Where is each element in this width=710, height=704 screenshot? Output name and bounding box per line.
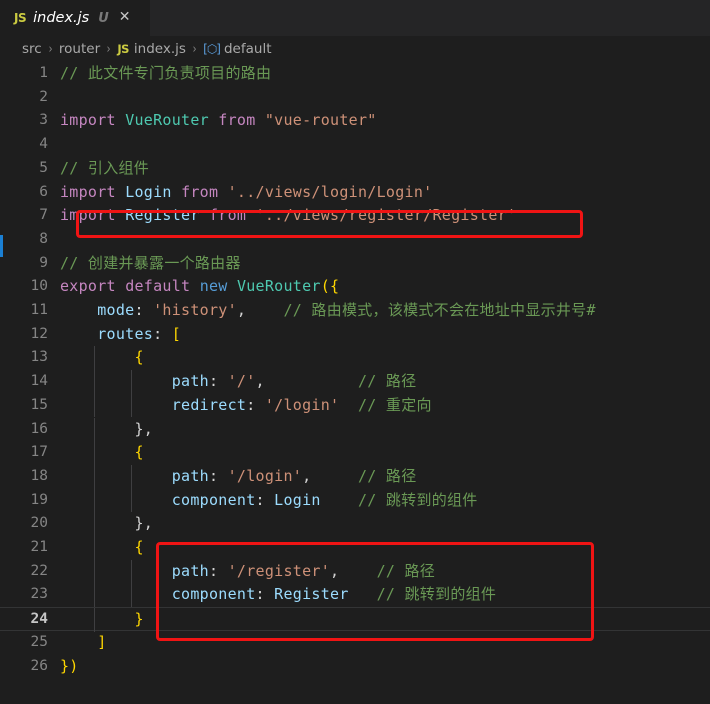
code-text: import Login from '../views/login/Login'	[60, 182, 433, 201]
code-text: mode: 'history', // 路由模式，该模式不会在地址中显示井号#	[97, 301, 596, 319]
breadcrumb-item-router[interactable]: router	[59, 41, 100, 57]
code-line[interactable]: 19 component: Login // 跳转到的组件	[0, 488, 710, 513]
code-line[interactable]: 6 import Login from '../views/login/Login…	[0, 181, 710, 205]
line-number: 8	[39, 230, 48, 247]
code-line[interactable]: 9 // 创建并暴露一个路由器	[0, 252, 710, 276]
line-number: 1	[39, 65, 48, 81]
code-text: }	[134, 610, 144, 629]
editor-tab-bar: JS index.js U ✕	[0, 0, 710, 36]
code-text: component: Register // 跳转到的组件	[171, 585, 497, 604]
code-text: // 创建并暴露一个路由器	[60, 253, 241, 272]
line-number: 23	[30, 586, 48, 603]
line-number: 16	[30, 420, 48, 437]
code-line[interactable]: 15 redirect: '/login' // 重定向	[0, 393, 710, 418]
code-text: import Register from '../views/register/…	[60, 206, 517, 225]
line-number: 18	[30, 467, 48, 484]
line-number: 3	[39, 112, 48, 129]
code-line[interactable]: 20 },	[0, 512, 710, 536]
code-line[interactable]: 3 import VueRouter from "vue-router"	[0, 109, 710, 133]
code-line[interactable]: 22 path: '/register', // 路径	[0, 559, 710, 584]
tab-git-status-badge: U	[98, 10, 109, 26]
chevron-right-icon: ›	[192, 41, 197, 57]
code-text: })	[60, 656, 79, 675]
code-text: routes: [	[97, 324, 182, 343]
code-text: path: '/register', // 路径	[171, 561, 436, 580]
line-number: 4	[39, 136, 48, 153]
code-text: component: Login // 跳转到的组件	[171, 490, 478, 509]
line-number: 10	[30, 278, 48, 295]
code-line[interactable]: 7 import Register from '../views/register…	[0, 204, 710, 228]
code-line[interactable]: 18 path: '/login', // 路径	[0, 464, 710, 489]
code-text: // 引入组件	[60, 158, 150, 177]
breadcrumb-item-index-js[interactable]: index.js	[134, 41, 186, 57]
code-text: export default new VueRouter({	[60, 277, 340, 296]
code-line[interactable]: 8	[0, 228, 710, 252]
line-number: 5	[39, 159, 48, 176]
code-line[interactable]: 21 {	[0, 536, 710, 560]
line-number: 6	[39, 183, 48, 200]
close-icon[interactable]: ✕	[116, 8, 134, 28]
line-number: 12	[30, 325, 48, 342]
code-text: path: '/login', // 路径	[171, 466, 417, 485]
line-number: 11	[30, 302, 48, 318]
line-number: 21	[30, 539, 48, 555]
code-line[interactable]: 26})	[0, 655, 710, 679]
code-line[interactable]: 1 // 此文件专门负责项目的路由	[0, 62, 710, 86]
chevron-right-icon: ›	[48, 41, 53, 57]
line-number: 20	[30, 515, 48, 532]
code-line[interactable]: 16 },	[0, 417, 710, 442]
code-line[interactable]: 12 routes: [	[0, 323, 710, 347]
breadcrumb-item-src[interactable]: src	[22, 41, 42, 57]
code-line[interactable]: 14 path: '/', // 路径	[0, 370, 710, 394]
code-text: },	[134, 514, 154, 533]
code-text: import VueRouter from "vue-router"	[60, 111, 377, 130]
editor-tab-index-js[interactable]: JS index.js U ✕	[0, 0, 150, 36]
code-text: ]	[97, 632, 107, 651]
code-line[interactable]: 4	[0, 133, 710, 157]
code-editor[interactable]: 1// 此文件专门负责项目的路由 2 3 import VueRouter from …	[0, 62, 710, 704]
line-number: 9	[39, 254, 48, 271]
code-line[interactable]: 5 // 引入组件	[0, 157, 710, 181]
line-number: 22	[30, 562, 48, 579]
code-text: redirect: '/login' // 重定向	[171, 395, 432, 414]
code-text: {	[134, 348, 144, 367]
code-line[interactable]: 2	[0, 86, 710, 110]
line-number: 26	[30, 657, 48, 674]
line-number: 25	[30, 633, 48, 650]
code-line[interactable]: 10 export default new VueRouter({	[0, 275, 710, 299]
symbol-module-icon: [⬡]	[203, 42, 221, 56]
tab-filename: index.js	[33, 10, 90, 26]
line-number: 7	[39, 207, 48, 224]
code-line[interactable]: 13 {	[0, 346, 710, 371]
line-number: 17	[30, 444, 48, 461]
line-number: 13	[30, 349, 48, 366]
code-text: {	[134, 538, 144, 556]
code-line[interactable]: 25 ]	[0, 631, 710, 655]
line-number: 15	[30, 396, 48, 413]
code-line[interactable]: 23 component: Register // 跳转到的组件	[0, 583, 710, 608]
line-number: 19	[30, 491, 48, 508]
line-number: 2	[39, 88, 48, 105]
breadcrumb-item-default[interactable]: default	[224, 41, 272, 57]
js-file-icon: JS	[117, 42, 129, 56]
code-line[interactable]: 24 }	[0, 607, 710, 632]
js-file-icon: JS	[14, 11, 27, 25]
code-text: path: '/', // 路径	[171, 372, 417, 391]
code-line[interactable]: 17 {	[0, 441, 710, 465]
code-text: // 此文件专门负责项目的路由	[60, 64, 272, 82]
code-lines-container[interactable]: 1// 此文件专门负责项目的路由 2 3 import VueRouter from …	[0, 62, 710, 675]
line-number: 14	[30, 373, 48, 390]
chevron-right-icon: ›	[106, 41, 111, 57]
code-line[interactable]: 11 mode: 'history', // 路由模式，该模式不会在地址中显示井…	[0, 299, 710, 323]
code-text: {	[134, 443, 144, 462]
breadcrumb: src › router › JS index.js › [⬡] default	[0, 36, 710, 62]
code-text: },	[134, 419, 154, 438]
line-number: 24	[30, 611, 48, 628]
